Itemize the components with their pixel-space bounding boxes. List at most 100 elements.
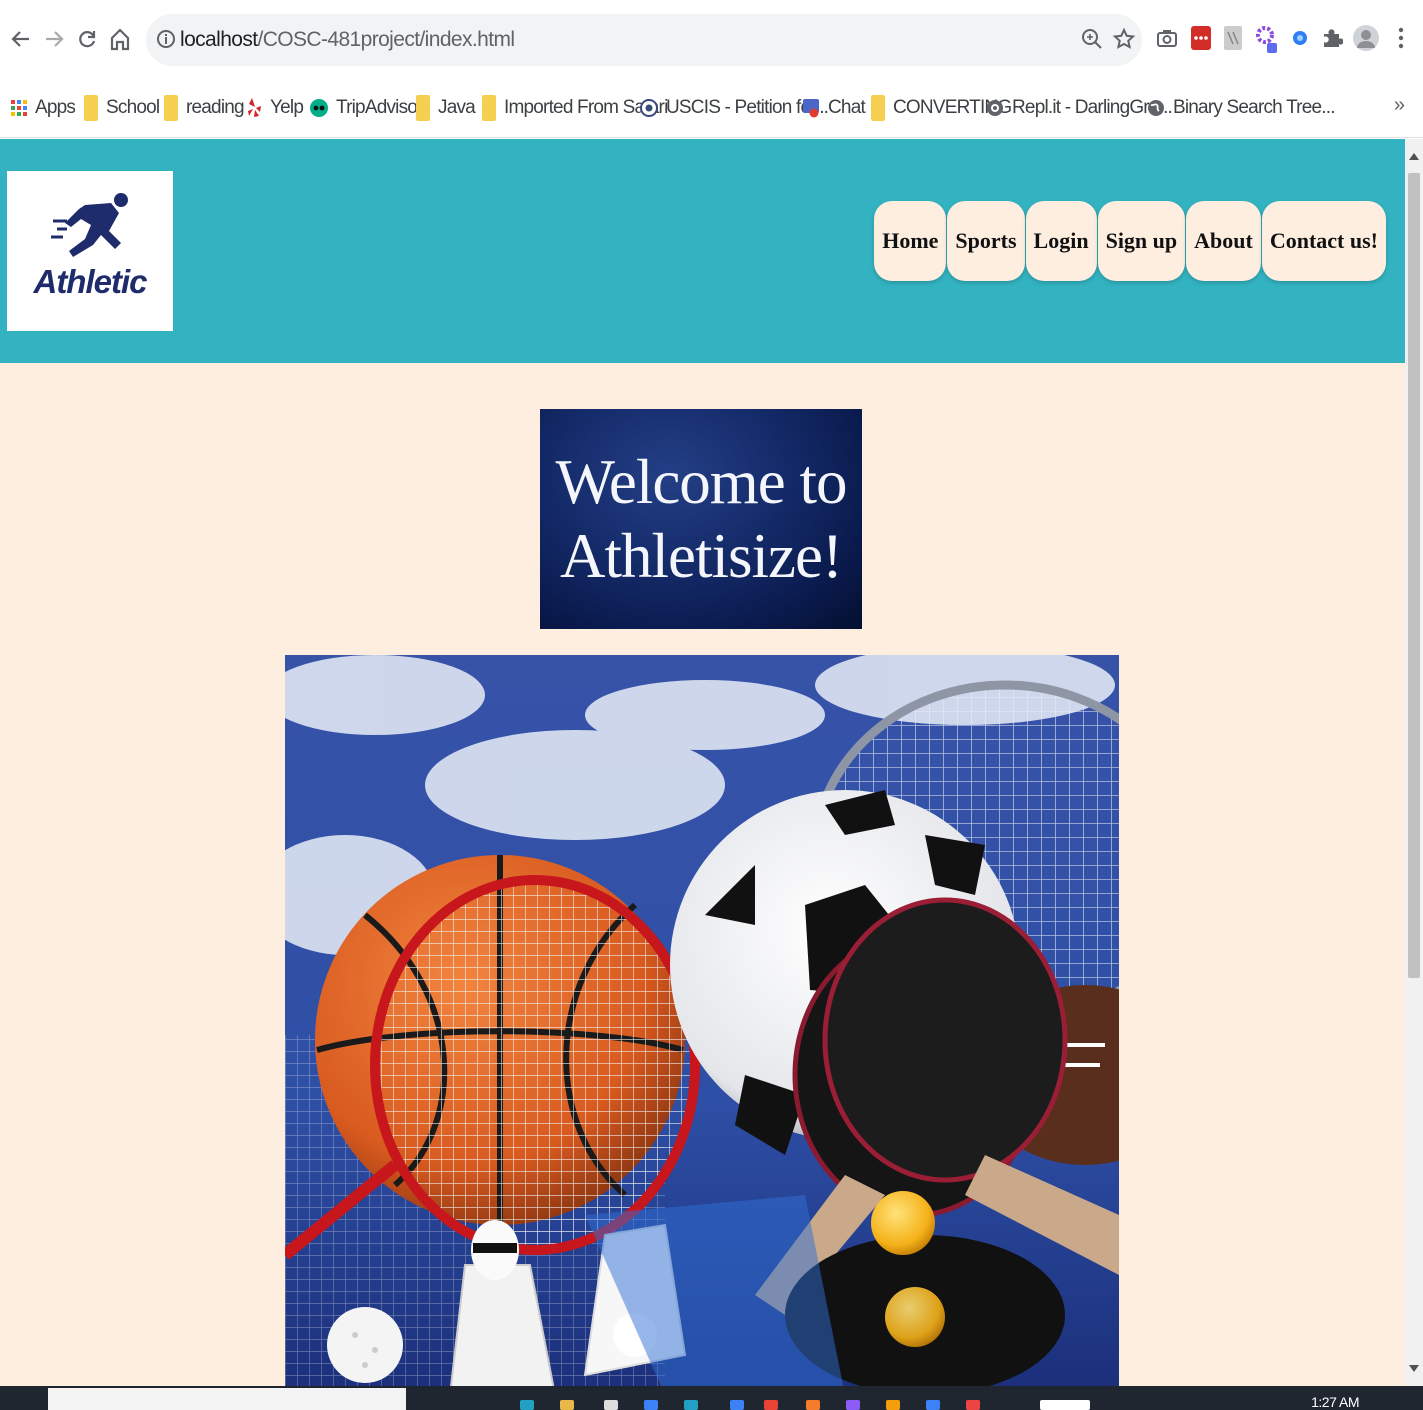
runner-icon [51,193,128,257]
app-icon[interactable] [684,1400,698,1410]
nav-login[interactable]: Login [1025,201,1097,281]
url-text: localhost/COSC-481project/index.html [180,28,515,51]
site-info-icon[interactable] [156,29,176,49]
bookmark-label: Binary Search Tree... [1173,97,1335,118]
extensions-menu-button[interactable] [1317,22,1347,54]
more-bookmarks-button[interactable]: » [1394,94,1405,117]
main-nav: Home Sports Login Sign up About Contact … [874,201,1387,281]
chrome-icon[interactable] [764,1400,778,1410]
bookmark-java[interactable]: Java [416,90,476,126]
app-icon[interactable] [966,1400,980,1410]
forward-button[interactable] [37,22,71,56]
globe-icon [1148,100,1164,116]
home-icon [110,28,130,51]
chat-icon [803,99,819,118]
lastpass-extension[interactable] [1186,22,1216,54]
app-icon[interactable] [1040,1400,1090,1410]
screenshot-extension[interactable] [1152,22,1182,54]
folder-icon [164,95,178,121]
welcome-line-2: Athletisize! [560,521,843,591]
logo-text: Athletic [33,263,147,300]
yelp-icon [248,98,261,117]
camera-icon [1157,30,1177,47]
scroll-down-arrow-icon[interactable] [1409,1365,1419,1372]
file-explorer-icon[interactable] [560,1400,574,1410]
welcome-line-1: Welcome to [555,447,847,517]
taskbar-search-box[interactable] [48,1388,406,1410]
bookmark-yelp[interactable]: Yelp [246,90,304,126]
bookmark-label: Java [438,97,476,118]
zoom-icon[interactable] [1080,27,1104,51]
reload-icon [79,31,96,48]
document-extension-icon [1224,26,1242,50]
nav-sports[interactable]: Sports [947,201,1025,281]
profile-button[interactable] [1351,22,1381,54]
purple-gear-icon [1256,26,1277,53]
vscode-icon[interactable] [730,1400,744,1410]
bookmark-apps[interactable]: Apps [11,90,76,126]
bookmarks-bar: Apps School reading Yelp TripAdvisor Jav… [0,80,1423,138]
lastpass-icon [1191,26,1211,50]
blue-dot-icon [1293,31,1307,45]
welcome-banner: Welcome to Athletisize! [540,409,862,629]
forward-arrow-icon [46,31,64,47]
reload-button[interactable] [70,22,104,56]
bookmark-label: Apps [35,97,76,118]
hero-image [285,655,1119,1386]
grammar-extension[interactable] [1218,22,1248,54]
puzzle-piece-icon [1324,29,1343,47]
bookmark-reading[interactable]: reading [164,90,245,126]
welcome-heading: Welcome to Athletisize! [555,445,847,593]
windows-taskbar: 1:27 AM [0,1386,1423,1410]
page-viewport: Athletic Home Sports Login Sign up About… [0,139,1405,1386]
site-header: Athletic Home Sports Login Sign up About… [0,139,1405,363]
uscis-seal-icon [640,99,658,117]
tripadvisor-icon [310,99,328,117]
gear-extension[interactable] [1252,22,1282,54]
site-logo[interactable]: Athletic [7,171,173,331]
bookmark-star-icon[interactable] [1112,27,1136,51]
page-scrollbar[interactable] [1405,139,1423,1386]
nav-home[interactable]: Home [874,201,947,281]
bookmark-label: TripAdvisor [336,97,423,118]
onenote-icon[interactable] [846,1400,860,1410]
bookmark-school[interactable]: School [84,90,160,126]
app-icon[interactable] [886,1400,900,1410]
avatar [1353,25,1379,51]
bookmark-label: Chat [828,97,866,118]
word-icon[interactable] [926,1400,940,1410]
sports-equipment-illustration [285,655,1119,1386]
nav-sign-up[interactable]: Sign up [1097,201,1186,281]
bookmark-chat[interactable]: Chat [802,90,866,126]
store-icon[interactable] [604,1400,618,1410]
system-clock[interactable]: 1:27 AM [1311,1394,1359,1410]
nav-about[interactable]: About [1186,201,1261,281]
replit-icon [987,100,1003,116]
browser-toolbar: localhost/COSC-481project/index.html [0,0,1423,80]
bookmark-label: Yelp [270,97,304,118]
bookmark-replit[interactable]: Repl.it - DarlingGro... [986,90,1173,126]
home-button[interactable] [103,22,137,56]
edge-icon[interactable] [520,1400,534,1410]
chrome-menu-button[interactable] [1386,22,1416,54]
folder-icon [84,95,98,121]
kebab-menu-icon [1398,27,1404,49]
scrollbar-thumb[interactable] [1408,173,1420,978]
folder-icon [871,95,885,121]
folder-icon [482,95,496,121]
bookmark-tripadvisor[interactable]: TripAdvisor [310,90,423,126]
bookmark-binary-search-tree[interactable]: Binary Search Tree... [1147,90,1335,126]
bookmark-label: reading [186,97,245,118]
bookmark-label: School [106,97,160,118]
office-icon[interactable] [806,1400,820,1410]
back-arrow-icon [11,31,29,47]
bookmark-uscis[interactable]: USCIS - Petition for... [640,90,829,126]
address-bar[interactable]: localhost/COSC-481project/index.html [146,14,1142,66]
nav-contact-us[interactable]: Contact us! [1261,201,1386,281]
blue-dot-extension[interactable] [1285,22,1315,54]
scroll-up-arrow-icon[interactable] [1409,153,1419,160]
apps-grid-icon [11,100,27,116]
folder-icon [416,95,430,121]
mail-icon[interactable] [644,1400,658,1410]
back-button[interactable] [4,22,38,56]
